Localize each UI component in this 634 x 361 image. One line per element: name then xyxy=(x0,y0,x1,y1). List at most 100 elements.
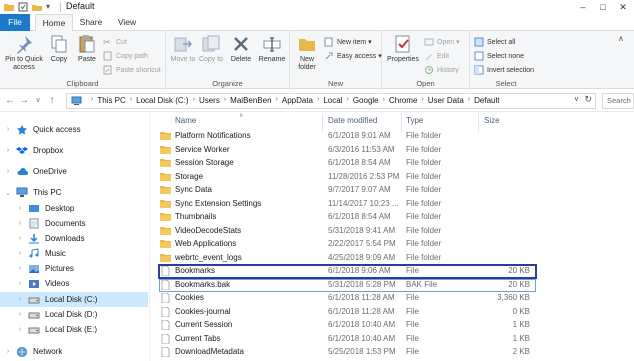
expand-chevron-icon[interactable]: › xyxy=(16,250,24,257)
breadcrumb-chevron-icon[interactable]: › xyxy=(421,96,423,105)
breadcrumb-chevron-icon[interactable]: › xyxy=(383,96,385,105)
tab-share[interactable]: Share xyxy=(76,14,106,31)
breadcrumb-item[interactable]: This PC xyxy=(97,96,125,105)
rename-button[interactable]: Rename xyxy=(256,34,288,64)
expand-chevron-icon[interactable]: › xyxy=(16,296,24,303)
forward-arrow-icon[interactable]: → xyxy=(18,94,30,108)
properties-quick-icon[interactable] xyxy=(18,2,28,12)
new-folder-quick-icon[interactable] xyxy=(32,2,42,12)
refresh-icon[interactable]: ↻ xyxy=(584,94,592,105)
breadcrumb-chevron-icon[interactable]: › xyxy=(317,96,319,105)
breadcrumb-item[interactable]: Local xyxy=(323,96,342,105)
address-dropdown-icon[interactable]: ∨ xyxy=(574,95,579,103)
delete-button[interactable]: Delete xyxy=(228,34,254,64)
nav-item[interactable]: › Local Disk (E:) xyxy=(0,322,148,337)
paste-button[interactable]: Paste xyxy=(74,34,100,64)
copy-to-button[interactable]: Copy to xyxy=(198,34,224,64)
breadcrumb-chevron-icon[interactable]: › xyxy=(130,96,132,105)
nav-item[interactable]: › Quick access xyxy=(0,122,148,137)
file-row[interactable]: Cookies-journal 6/1/2018 11:28 AM File 0 KB xyxy=(160,306,534,319)
collapse-ribbon-icon[interactable]: ∧ xyxy=(618,34,624,43)
expand-chevron-icon[interactable]: › xyxy=(4,348,12,355)
open-button[interactable]: Open ▾ xyxy=(424,36,460,48)
breadcrumb-chevron-icon[interactable]: › xyxy=(224,96,226,105)
breadcrumb-item[interactable]: AppData xyxy=(282,96,313,105)
tab-home[interactable]: Home xyxy=(35,14,73,32)
column-header-size[interactable]: Size xyxy=(484,116,500,130)
history-button[interactable]: History xyxy=(424,64,459,76)
nav-item[interactable]: › Dropbox xyxy=(0,143,148,158)
nav-item[interactable]: › Desktop xyxy=(0,201,148,216)
recent-locations-icon[interactable]: ∨ xyxy=(32,94,44,108)
nav-item[interactable]: › Downloads xyxy=(0,231,148,246)
breadcrumb-item[interactable]: MaiBenBen xyxy=(230,96,271,105)
new-item-button[interactable]: New item ▾ xyxy=(324,36,372,48)
nav-item[interactable]: › OneDrive xyxy=(0,164,148,179)
breadcrumb-chevron-icon[interactable]: › xyxy=(276,96,278,105)
expand-chevron-icon[interactable]: › xyxy=(16,235,24,242)
select-none-button[interactable]: Select none xyxy=(474,50,524,62)
column-header-date[interactable]: Date modified xyxy=(328,116,377,130)
breadcrumb-chevron-icon[interactable]: › xyxy=(468,96,470,105)
expand-chevron-icon[interactable]: › xyxy=(16,205,24,212)
file-row[interactable]: Session Storage 6/1/2018 8:54 AM File fold… xyxy=(160,157,534,170)
edit-button[interactable]: Edit xyxy=(424,50,449,62)
nav-item[interactable]: › Documents xyxy=(0,216,148,231)
file-row[interactable]: VideoDecodeStats 5/31/2018 9:41 AM File fo… xyxy=(160,225,534,238)
pin-to-quick-access-button[interactable]: Pin to Quick access xyxy=(2,34,46,72)
new-folder-button[interactable]: New folder xyxy=(292,34,322,72)
properties-button[interactable]: Properties xyxy=(384,34,422,64)
file-row[interactable]: Sync Data 9/7/2017 9:07 AM File folder xyxy=(160,184,534,197)
expand-chevron-icon[interactable]: ⌄ xyxy=(4,189,12,197)
address-bar[interactable]: › This PC › Local Disk (C:) › Users › MaiBenBen… xyxy=(66,93,596,109)
search-box[interactable]: Search xyxy=(602,93,634,109)
breadcrumb-item[interactable]: Google xyxy=(353,96,379,105)
breadcrumb-item[interactable]: Chrome xyxy=(389,96,417,105)
breadcrumb-item[interactable]: Local Disk (C:) xyxy=(136,96,188,105)
minimize-button[interactable]: – xyxy=(576,0,590,14)
column-header-name[interactable]: Name xyxy=(175,116,196,130)
breadcrumb-item[interactable]: Default xyxy=(474,96,499,105)
file-row[interactable]: DownloadMetadata 5/25/2018 1:53 PM File 2 K… xyxy=(160,346,534,359)
nav-item[interactable]: ⌄ This PC xyxy=(0,185,148,200)
file-row[interactable]: Platform Notifications 6/1/2018 9:01 AM Fi… xyxy=(160,130,534,143)
file-row[interactable]: Storage 11/28/2016 2:53 PM File folder xyxy=(160,171,534,184)
paste-shortcut-button[interactable]: Paste shortcut xyxy=(103,64,161,76)
tab-file[interactable]: File xyxy=(0,14,30,31)
nav-item[interactable]: › Pictures xyxy=(0,261,148,276)
maximize-button[interactable]: □ xyxy=(596,0,610,14)
file-row[interactable]: Web Applications 2/22/2017 5:54 PM File fo… xyxy=(160,238,534,251)
file-row[interactable]: Current Tabs 6/1/2018 10:40 AM File 1 KB xyxy=(160,333,534,346)
file-row[interactable]: Service Worker 6/3/2016 11:53 AM File fold… xyxy=(160,144,534,157)
move-to-button[interactable]: Move to xyxy=(170,34,196,64)
file-row[interactable]: Thumbnails 6/1/2018 8:54 AM File folder xyxy=(160,211,534,224)
expand-chevron-icon[interactable]: › xyxy=(16,220,24,227)
expand-chevron-icon[interactable]: › xyxy=(4,168,12,175)
select-all-button[interactable]: Select all xyxy=(474,36,515,48)
cut-button[interactable]: ✂ Cut xyxy=(103,36,127,48)
expand-chevron-icon[interactable]: › xyxy=(4,147,12,154)
close-button[interactable]: ✕ xyxy=(616,0,630,14)
up-arrow-icon[interactable]: ↑ xyxy=(46,94,58,108)
expand-chevron-icon[interactable]: › xyxy=(16,311,24,318)
expand-chevron-icon[interactable]: › xyxy=(16,280,24,287)
back-arrow-icon[interactable]: ← xyxy=(4,94,16,108)
file-row[interactable]: Sync Extension Settings 11/14/2017 10:23 … xyxy=(160,198,534,211)
quick-access-dropdown-icon[interactable]: ▾ xyxy=(46,2,56,12)
breadcrumb-item[interactable]: Users xyxy=(199,96,220,105)
invert-selection-button[interactable]: Invert selection xyxy=(474,64,534,76)
expand-chevron-icon[interactable]: › xyxy=(16,326,24,333)
nav-item[interactable]: › Network xyxy=(0,344,148,359)
file-row[interactable]: Current Session 6/1/2018 10:40 AM File 1 KB xyxy=(160,319,534,332)
breadcrumb-chevron-icon[interactable]: › xyxy=(193,96,195,105)
copy-path-button[interactable]: Copy path xyxy=(103,50,148,62)
copy-button[interactable]: Copy xyxy=(46,34,72,64)
easy-access-button[interactable]: Easy access ▾ xyxy=(324,50,382,62)
nav-item[interactable]: › Local Disk (C:) xyxy=(0,292,148,307)
nav-item[interactable]: › Music xyxy=(0,246,148,261)
file-row[interactable]: webrtc_event_logs 4/25/2018 9:09 AM File f… xyxy=(160,252,534,265)
expand-chevron-icon[interactable]: › xyxy=(16,265,24,272)
expand-chevron-icon[interactable]: › xyxy=(4,126,12,133)
file-row[interactable]: Cookies 6/1/2018 11:28 AM File 3,360 KB xyxy=(160,292,534,305)
tab-view[interactable]: View xyxy=(112,14,142,31)
